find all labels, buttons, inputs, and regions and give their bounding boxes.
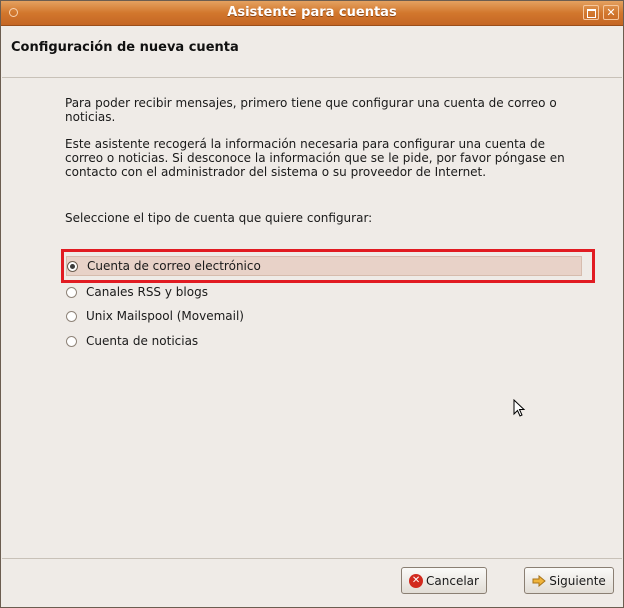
account-wizard-window: Asistente para cuentas ✕ Configuración d… xyxy=(0,0,624,608)
wizard-content: Para poder recibir mensajes, primero tie… xyxy=(2,78,622,559)
radio-button[interactable] xyxy=(66,335,77,347)
account-type-prompt: Seleccione el tipo de cuenta que quiere … xyxy=(65,211,373,225)
radio-button[interactable] xyxy=(66,310,77,322)
close-icon[interactable]: ✕ xyxy=(603,5,619,20)
wizard-header: Configuración de nueva cuenta xyxy=(2,26,622,78)
page-title: Configuración de nueva cuenta xyxy=(11,40,239,55)
next-button-label: Siguiente xyxy=(549,573,606,588)
radio-label: Cuenta de noticias xyxy=(86,334,199,348)
radio-news-account[interactable]: Cuenta de noticias xyxy=(66,331,582,351)
radio-button[interactable] xyxy=(66,286,77,298)
radio-rss-feeds[interactable]: Canales RSS y blogs xyxy=(66,282,582,302)
intro-paragraph-1: Para poder recibir mensajes, primero tie… xyxy=(65,96,557,124)
title-bar[interactable]: Asistente para cuentas ✕ xyxy=(1,1,623,26)
cancel-button-label: Cancelar xyxy=(426,573,479,588)
footer-divider xyxy=(2,558,622,559)
cancel-button[interactable]: ✕ Cancelar xyxy=(401,567,487,594)
radio-label: Canales RSS y blogs xyxy=(86,285,208,299)
cancel-icon: ✕ xyxy=(409,573,424,588)
arrow-right-icon xyxy=(532,574,546,588)
red-highlight-annotation xyxy=(61,249,595,283)
next-button[interactable]: Siguiente xyxy=(524,567,614,594)
radio-unix-mailspool[interactable]: Unix Mailspool (Movemail) xyxy=(66,306,582,326)
radio-label: Unix Mailspool (Movemail) xyxy=(86,309,244,323)
maximize-icon[interactable] xyxy=(583,5,599,20)
intro-paragraph-2: Este asistente recogerá la información n… xyxy=(65,137,565,179)
window-title: Asistente para cuentas xyxy=(227,5,397,20)
mouse-cursor-icon xyxy=(513,398,527,422)
